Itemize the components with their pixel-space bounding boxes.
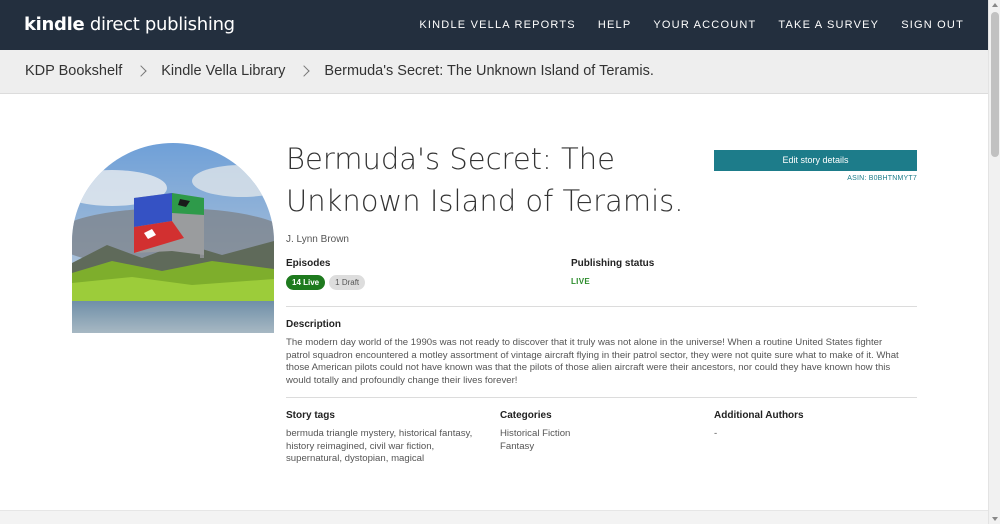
top-nav: KINDLE VELLA REPORTS HELP YOUR ACCOUNT T…	[419, 19, 964, 31]
chevron-right-icon	[300, 64, 310, 78]
vertical-scrollbar[interactable]	[988, 0, 1000, 524]
draft-episodes-badge: 1 Draft	[329, 275, 366, 290]
description-heading: Description	[286, 319, 342, 330]
nav-take-a-survey[interactable]: TAKE A SURVEY	[778, 19, 879, 31]
section-divider	[286, 397, 917, 398]
story-author[interactable]: J. Lynn Brown	[286, 234, 349, 245]
breadcrumb: KDP Bookshelf Kindle Vella Library Bermu…	[25, 63, 654, 79]
episodes-heading: Episodes	[286, 258, 331, 269]
publishing-status-heading: Publishing status	[571, 258, 655, 269]
scroll-down-arrow-icon[interactable]	[992, 517, 998, 521]
nav-kindle-vella-reports[interactable]: KINDLE VELLA REPORTS	[419, 19, 575, 31]
categories-heading: Categories	[500, 410, 552, 421]
live-episodes-badge: 14 Live	[286, 275, 326, 290]
asin-label: ASIN: B0BHTNMYT7	[847, 175, 917, 182]
breadcrumb-bar: KDP Bookshelf Kindle Vella Library Bermu…	[0, 50, 988, 94]
story-tags-heading: Story tags	[286, 410, 335, 421]
additional-authors-heading: Additional Authors	[714, 410, 804, 421]
section-divider	[286, 306, 917, 307]
top-navigation-bar: kindle direct publishing KINDLE VELLA RE…	[0, 0, 988, 50]
logo-bold-text: kindle	[24, 14, 85, 35]
story-cover-image	[72, 143, 274, 333]
category-item: Historical Fiction	[500, 428, 571, 439]
edit-story-details-button[interactable]: Edit story details	[714, 150, 917, 171]
publishing-status-value: LIVE	[571, 277, 590, 286]
logo-light-text: direct publishing	[84, 14, 235, 35]
scroll-up-arrow-icon[interactable]	[992, 3, 998, 7]
breadcrumb-kindle-vella-library[interactable]: Kindle Vella Library	[161, 63, 285, 79]
page-footer-strip	[0, 510, 988, 524]
category-item: Fantasy	[500, 440, 535, 452]
additional-authors-value: -	[714, 428, 718, 439]
categories-list: Historical Fiction Fantasy	[500, 428, 570, 453]
nav-help[interactable]: HELP	[598, 19, 632, 31]
nav-sign-out[interactable]: SIGN OUT	[901, 19, 964, 31]
nav-your-account[interactable]: YOUR ACCOUNT	[653, 19, 756, 31]
kdp-logo[interactable]: kindle direct publishing	[24, 14, 235, 35]
description-text: The modern day world of the 1990s was no…	[286, 337, 899, 386]
chevron-right-icon	[137, 64, 147, 78]
breadcrumb-current-story: Bermuda's Secret: The Unknown Island of …	[324, 63, 654, 79]
scrollbar-thumb[interactable]	[991, 12, 999, 157]
episode-badges: 14 Live 1 Draft	[286, 275, 366, 290]
story-tags-text: bermuda triangle mystery, historical fan…	[286, 428, 473, 465]
story-title: Bermuda's Secret: The Unknown Island of …	[286, 142, 684, 218]
breadcrumb-kdp-bookshelf[interactable]: KDP Bookshelf	[25, 63, 122, 79]
